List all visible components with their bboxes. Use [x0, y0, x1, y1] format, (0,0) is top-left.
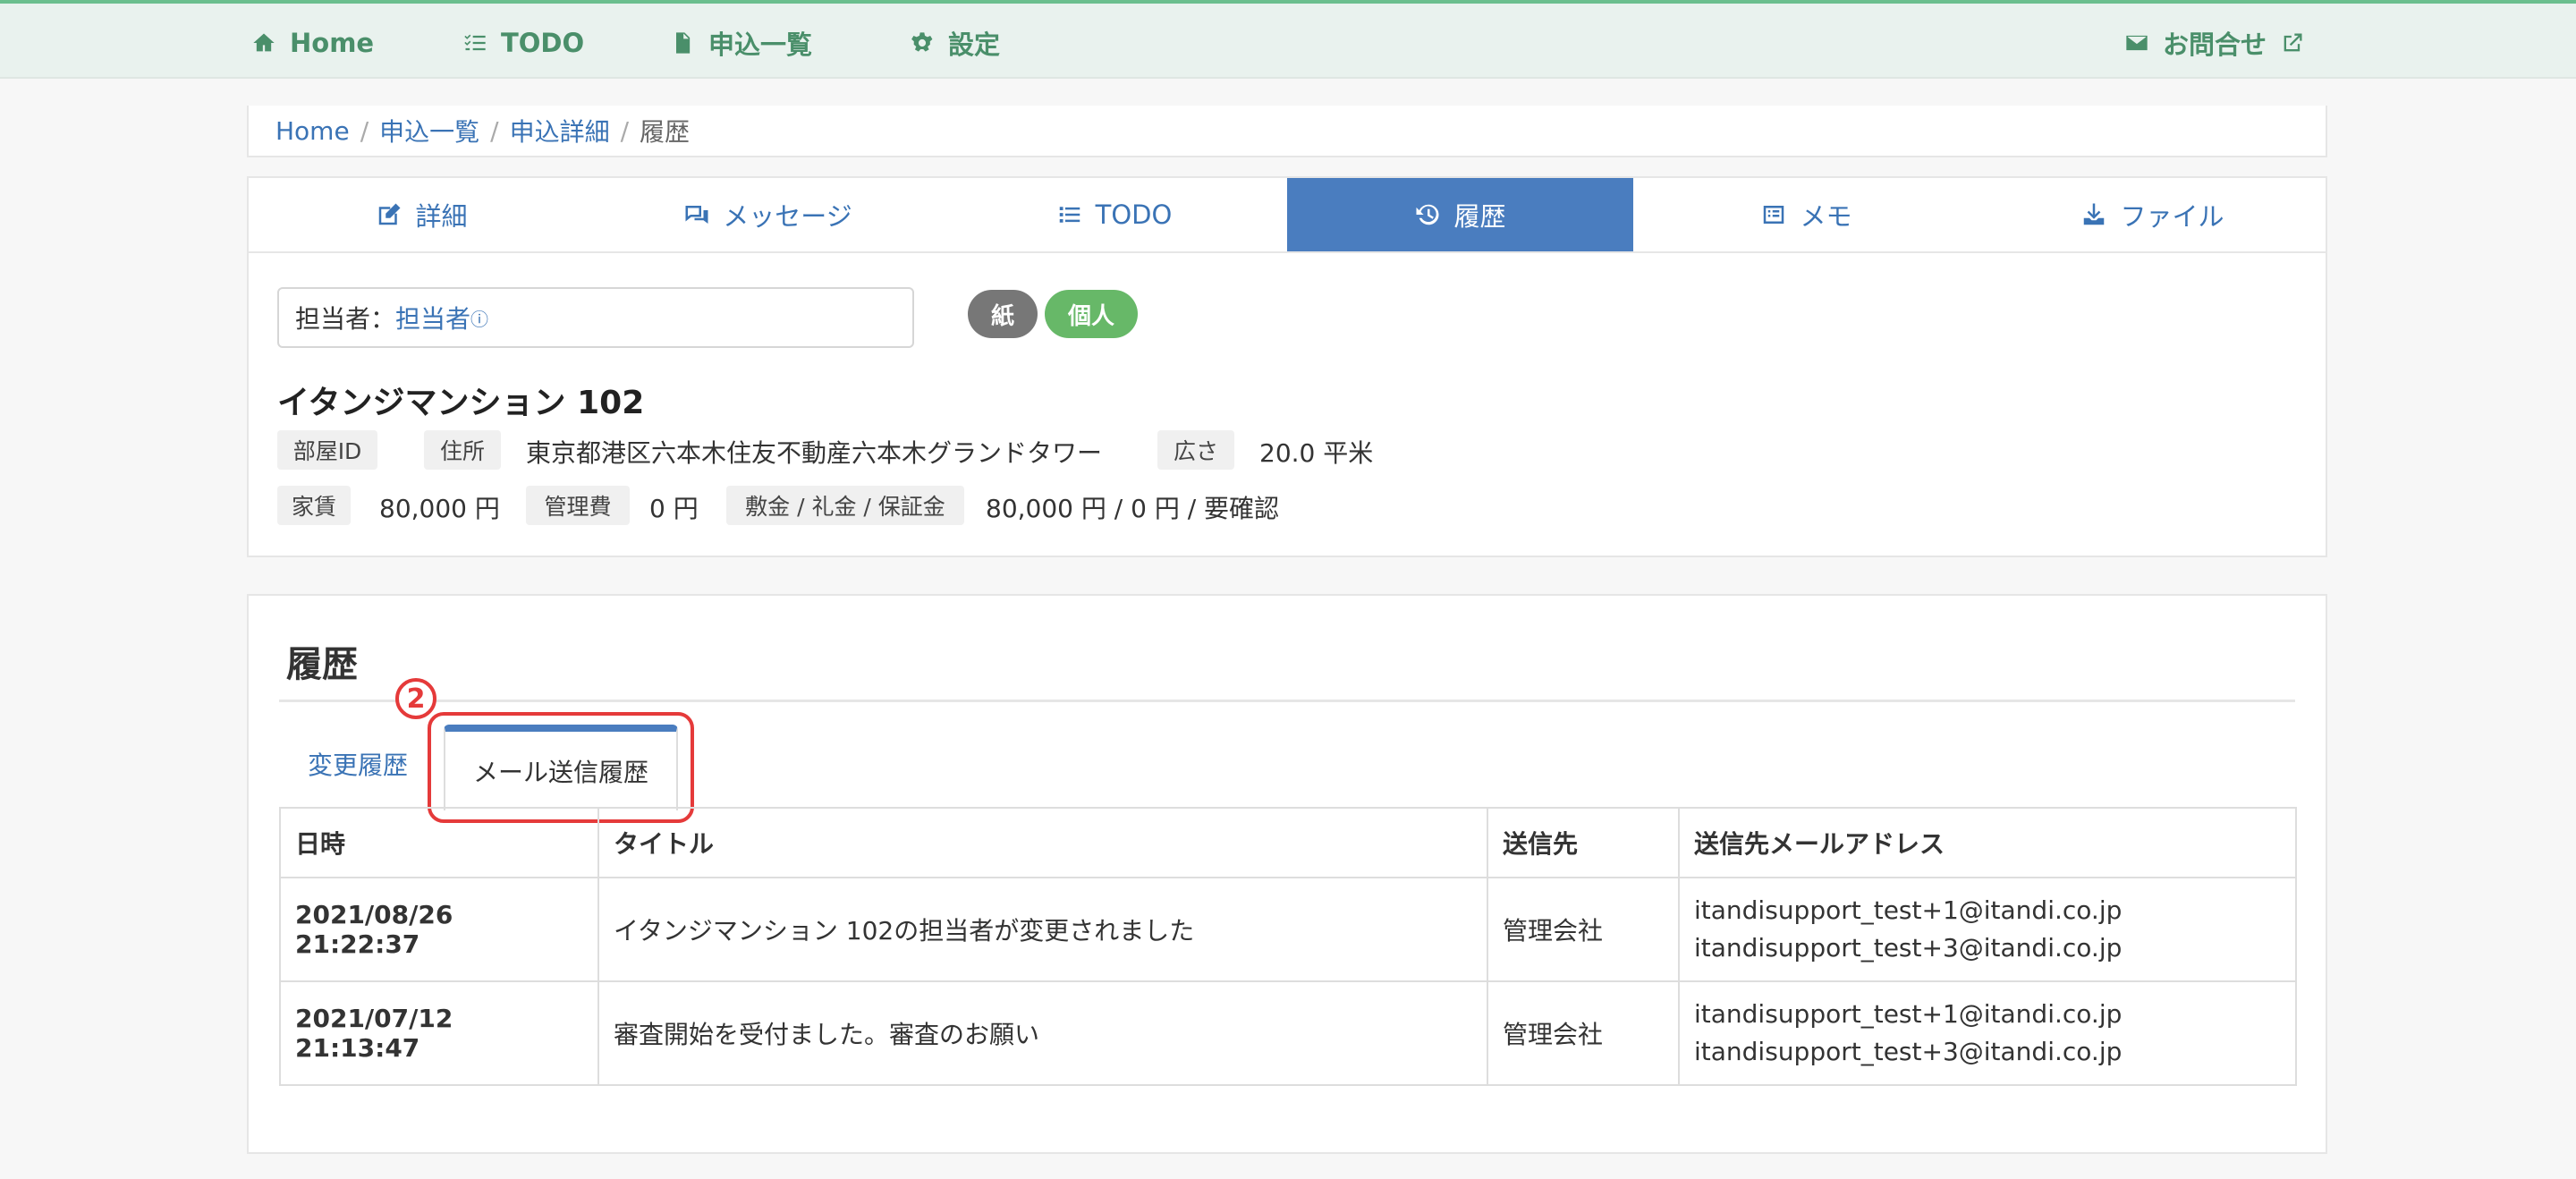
- tab-messages[interactable]: メッセージ: [595, 178, 941, 251]
- nav-applications[interactable]: 申込一覧: [669, 25, 812, 61]
- cell-recipient: 管理会社: [1487, 980, 1680, 1086]
- table-row: 2021/07/12 21:13:47 審査開始を受付ました。審査のお願い 管理…: [279, 980, 2297, 1086]
- table-header-row: 日時 タイトル 送信先 送信先メールアドレス: [279, 807, 2297, 878]
- deposit-tag: 敷金 / 礼金 / 保証金: [726, 486, 964, 525]
- assignee-label: 担当者：: [295, 304, 396, 334]
- breadcrumb-separator: /: [620, 115, 630, 146]
- annotation-step-marker: 2: [395, 678, 436, 719]
- nav-todo[interactable]: TODO: [462, 25, 584, 61]
- history-title: 履歴: [286, 644, 358, 685]
- checklist-icon: [462, 30, 488, 56]
- tab-messages-label: メッセージ: [723, 201, 852, 232]
- top-navbar: Home TODO 申込一覧 設定 お問合せ: [0, 0, 2576, 79]
- list-icon: [1059, 207, 1080, 223]
- tab-detail-label: 詳細: [415, 201, 468, 232]
- tab-files[interactable]: ファイル: [1979, 178, 2326, 251]
- address-tag: 住所: [424, 430, 501, 470]
- column-header-email: 送信先メールアドレス: [1678, 807, 2297, 878]
- external-link-icon: [2279, 30, 2306, 56]
- email-address: itandisupport_test+1@itandi.co.jp: [1694, 895, 2123, 925]
- tab-memo-label: メモ: [1800, 201, 1852, 232]
- cell-title: 審査開始を受付ました。審査のお願い: [597, 980, 1488, 1086]
- tab-detail[interactable]: 詳細: [249, 178, 595, 251]
- cell-recipient: 管理会社: [1487, 877, 1680, 982]
- history-icon: [1416, 204, 1439, 225]
- tab-history[interactable]: 履歴: [1287, 178, 1633, 251]
- nav-todo-label: TODO: [501, 28, 585, 58]
- breadcrumb-separator: /: [360, 115, 369, 146]
- cell-title: イタンジマンション 102の担当者が変更されました: [597, 877, 1488, 982]
- address-value: 東京都港区六本木住友不動産六本木グランドタワー: [526, 438, 1103, 468]
- envelope-icon: [2123, 30, 2150, 56]
- history-panel: 履歴 変更履歴 メール送信履歴 2 日時 タイトル 送信先 送信先メールアドレス…: [247, 594, 2327, 1154]
- room-id-tag: 部屋ID: [277, 430, 377, 470]
- subtab-change-history[interactable]: 変更履歴: [308, 746, 408, 782]
- tab-todo[interactable]: TODO: [941, 178, 1287, 251]
- info-icon: ⓘ: [470, 308, 489, 330]
- nav-settings[interactable]: 設定: [909, 25, 1000, 61]
- column-header-recipient: 送信先: [1487, 807, 1680, 878]
- cell-datetime: 2021/08/26 21:22:37: [279, 877, 599, 982]
- divider: [279, 700, 2295, 702]
- nav-home[interactable]: Home: [250, 25, 374, 61]
- gear-icon: [909, 30, 936, 56]
- breadcrumb-applications[interactable]: 申込一覧: [379, 113, 479, 148]
- breadcrumb-detail[interactable]: 申込詳細: [510, 113, 610, 148]
- edit-icon: [379, 203, 401, 225]
- breadcrumb-current: 履歴: [640, 117, 691, 147]
- application-panel: 詳細 メッセージ TODO 履歴 メモ ファイル 担当者： 担当者 ⓘ 紙 個人…: [247, 176, 2327, 557]
- property-title: イタンジマンション 102: [277, 385, 645, 421]
- mgmt-fee-value: 0 円: [649, 494, 699, 523]
- nav-home-label: Home: [290, 28, 375, 58]
- file-icon: [669, 30, 696, 56]
- rent-tag: 家賃: [277, 486, 351, 525]
- mail-history-table: 日時 タイトル 送信先 送信先メールアドレス 2021/08/26 21:22:…: [279, 807, 2297, 1086]
- download-icon: [2084, 203, 2105, 225]
- paper-badge: 紙: [968, 290, 1038, 338]
- nav-contact-label: お問合せ: [2163, 30, 2267, 60]
- tab-history-label: 履歴: [1453, 201, 1506, 232]
- column-header-datetime: 日時: [279, 807, 599, 878]
- rent-value: 80,000 円: [379, 494, 500, 523]
- deposit-value: 80,000 円 / 0 円 / 要確認: [986, 494, 1280, 523]
- nav-settings-label: 設定: [948, 30, 1001, 60]
- tab-files-label: ファイル: [2120, 201, 2224, 232]
- breadcrumb: Home / 申込一覧 / 申込詳細 / 履歴: [247, 106, 2327, 157]
- individual-badge: 個人: [1045, 290, 1138, 338]
- nav-applications-label: 申込一覧: [708, 30, 813, 60]
- mgmt-fee-tag: 管理費: [526, 486, 630, 525]
- cell-emails: itandisupport_test+1@itandi.co.jp itandi…: [1678, 980, 2297, 1086]
- nav-contact[interactable]: お問合せ: [2123, 25, 2306, 61]
- email-address: itandisupport_test+3@itandi.co.jp: [1694, 933, 2123, 963]
- column-header-title: タイトル: [597, 807, 1488, 878]
- area-value: 20.0 平米: [1259, 438, 1374, 468]
- cell-emails: itandisupport_test+1@itandi.co.jp itandi…: [1678, 877, 2297, 982]
- detail-tabs: 詳細 メッセージ TODO 履歴 メモ ファイル: [249, 178, 2326, 253]
- email-address: itandisupport_test+1@itandi.co.jp: [1694, 999, 2123, 1029]
- tab-memo[interactable]: メモ: [1633, 178, 1979, 251]
- assignee-value[interactable]: 担当者: [395, 300, 470, 335]
- email-address: itandisupport_test+3@itandi.co.jp: [1694, 1037, 2123, 1066]
- breadcrumb-home[interactable]: Home: [275, 116, 350, 146]
- area-tag: 広さ: [1157, 430, 1234, 470]
- table-row: 2021/08/26 21:22:37 イタンジマンション 102の担当者が変更…: [279, 877, 2297, 982]
- comments-icon: [685, 206, 708, 224]
- home-icon: [250, 30, 277, 56]
- cell-datetime: 2021/07/12 21:13:47: [279, 980, 599, 1086]
- breadcrumb-separator: /: [490, 115, 499, 146]
- tab-todo-label: TODO: [1095, 199, 1173, 230]
- memo-icon: [1764, 206, 1784, 224]
- assignee-field[interactable]: 担当者： 担当者 ⓘ: [277, 287, 914, 348]
